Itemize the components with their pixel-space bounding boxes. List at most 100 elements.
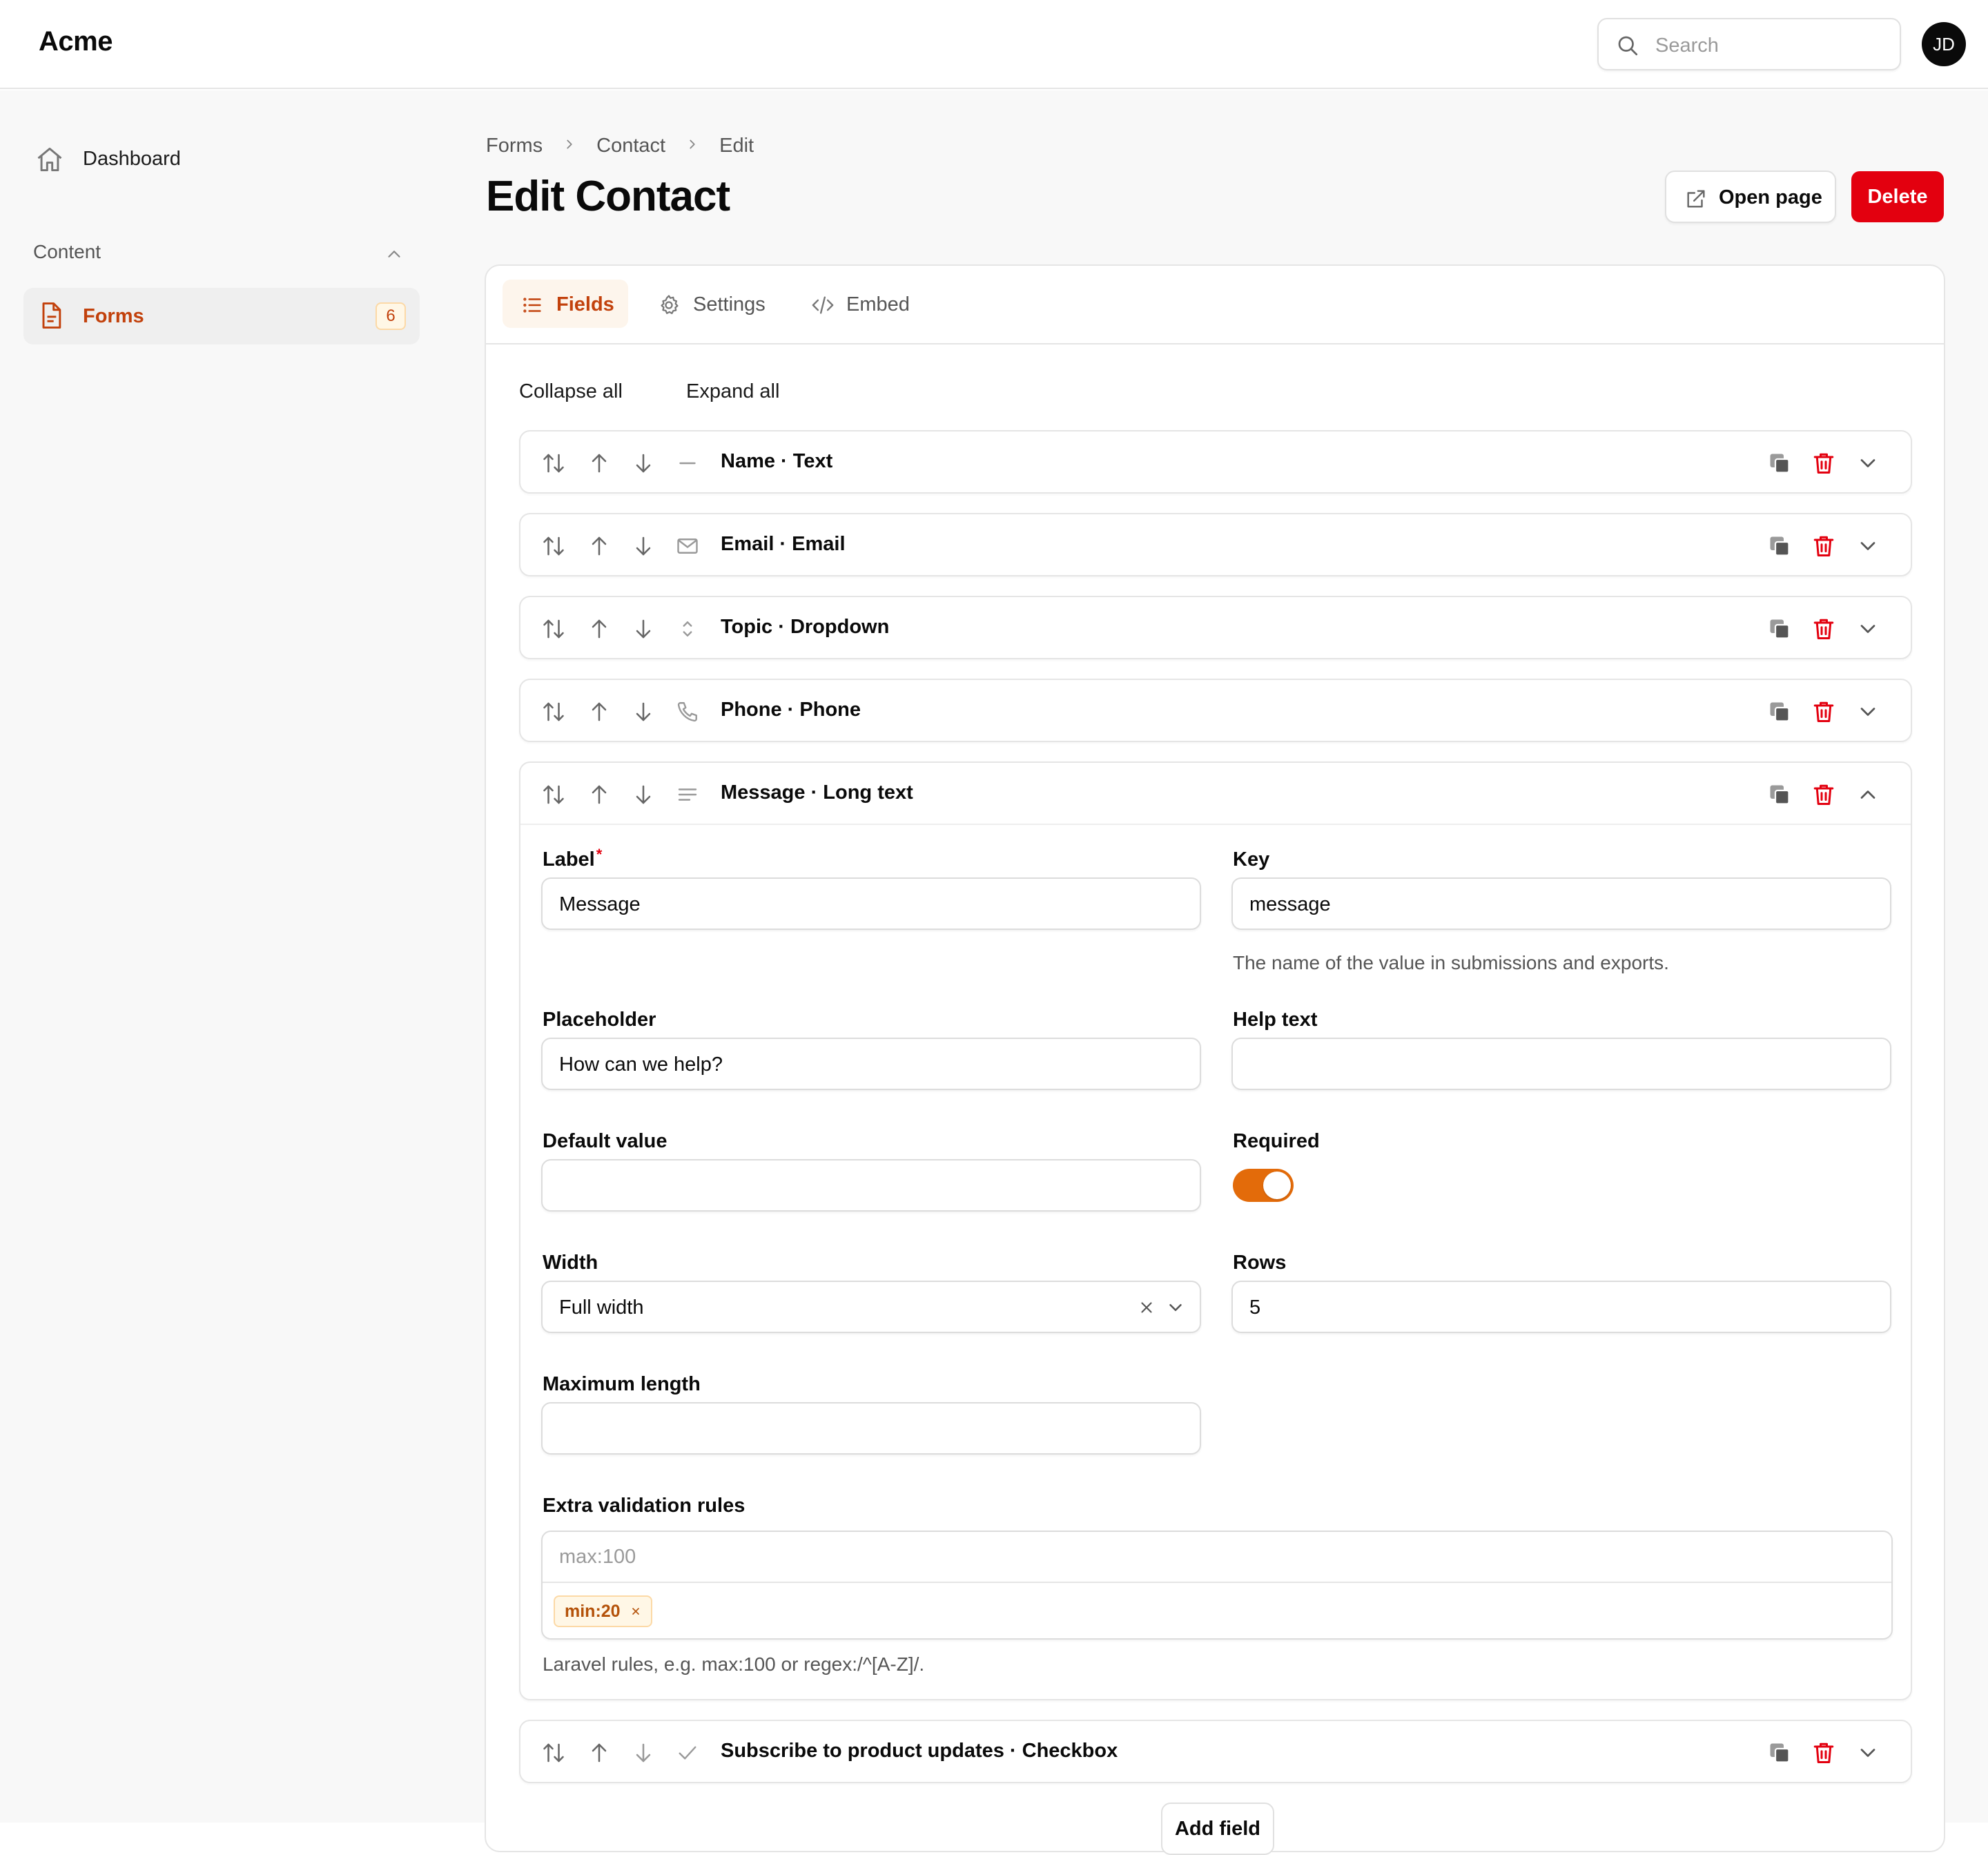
chevron-right-icon [562, 135, 577, 157]
label-input[interactable]: Message [541, 877, 1201, 930]
placeholder-input-value: How can we help? [559, 1053, 723, 1076]
reorder-icon[interactable] [541, 451, 566, 476]
arrow-up-icon[interactable] [587, 782, 612, 807]
trash-icon[interactable] [1811, 451, 1836, 476]
max-length-input[interactable] [541, 1402, 1201, 1455]
trash-icon[interactable] [1811, 534, 1836, 559]
tab-fields[interactable]: Fields [503, 280, 628, 328]
required-field-label: Required [1233, 1130, 1320, 1152]
tab-label: Settings [693, 293, 766, 315]
duplicate-icon[interactable] [1767, 1740, 1792, 1765]
default-value-field-label: Default value [543, 1130, 667, 1152]
arrow-down-icon[interactable] [631, 699, 656, 724]
form-builder-card: Fields Settings Embed Collapse all Expan… [485, 264, 1945, 1855]
clear-icon[interactable] [1138, 1299, 1156, 1317]
field-row-email[interactable]: Email · Email [519, 513, 1912, 576]
search-placeholder: Search [1655, 35, 1719, 57]
field-row-name[interactable]: Name · Text [519, 430, 1912, 494]
chevron-up-icon[interactable] [384, 244, 405, 264]
tab-label: Embed [846, 293, 910, 315]
field-title: Email · Email [721, 533, 846, 555]
chevron-down-icon[interactable] [1855, 699, 1880, 724]
arrow-down-icon[interactable] [631, 534, 656, 559]
arrow-up-icon[interactable] [587, 451, 612, 476]
trash-icon[interactable] [1811, 699, 1836, 724]
reorder-icon[interactable] [541, 1740, 566, 1765]
tab-settings[interactable]: Settings [639, 280, 777, 328]
chevron-down-icon[interactable] [1855, 1740, 1880, 1765]
arrow-down-icon[interactable] [631, 616, 656, 641]
arrow-up-icon[interactable] [587, 1740, 612, 1765]
field-row-topic[interactable]: Topic · Dropdown [519, 596, 1912, 659]
search-input[interactable]: Search [1597, 18, 1901, 70]
key-input[interactable]: message [1231, 877, 1891, 930]
trash-icon[interactable] [1811, 1740, 1836, 1765]
add-field-button[interactable]: Add field [1161, 1803, 1274, 1855]
collapse-all-button[interactable]: Collapse all [519, 380, 623, 403]
trash-icon[interactable] [1811, 616, 1836, 641]
arrow-up-icon[interactable] [587, 616, 612, 641]
placeholder-input[interactable]: How can we help? [541, 1038, 1201, 1090]
field-row-phone[interactable]: Phone · Phone [519, 679, 1912, 742]
label-input-value: Message [559, 893, 641, 915]
arrow-down-icon[interactable] [631, 451, 656, 476]
chevron-right-icon [685, 135, 700, 157]
open-page-label: Open page [1719, 186, 1822, 208]
main-content: Forms Contact Edit Edit Contact Open pag… [442, 90, 1988, 1855]
width-select[interactable]: Full width [541, 1281, 1201, 1333]
user-avatar[interactable]: JD [1922, 22, 1966, 66]
phone-icon [677, 702, 697, 722]
rows-field-label: Rows [1233, 1252, 1287, 1274]
chevron-up-icon[interactable] [1855, 782, 1880, 807]
arrow-down-icon[interactable] [631, 1740, 656, 1765]
chevron-down-icon[interactable] [1855, 534, 1880, 559]
duplicate-icon[interactable] [1767, 616, 1792, 641]
rows-input[interactable]: 5 [1231, 1281, 1891, 1333]
field-title: Message · Long text [721, 781, 913, 804]
reorder-icon[interactable] [541, 616, 566, 641]
page-title: Edit Contact [486, 173, 730, 220]
field-header[interactable]: Message · Long text [520, 763, 1911, 825]
duplicate-icon[interactable] [1767, 451, 1792, 476]
external-link-icon [1687, 190, 1705, 208]
default-value-input[interactable] [541, 1159, 1201, 1212]
required-toggle[interactable] [1233, 1169, 1294, 1202]
duplicate-icon[interactable] [1767, 534, 1792, 559]
reorder-icon[interactable] [541, 782, 566, 807]
validation-rules-help: Laravel rules, e.g. max:100 or regex:/^[… [543, 1653, 925, 1675]
brand-logo[interactable]: Acme [39, 26, 113, 57]
chevron-down-icon[interactable] [1165, 1297, 1186, 1318]
placeholder-field-label: Placeholder [543, 1009, 656, 1031]
trash-icon[interactable] [1811, 782, 1836, 807]
chevron-down-icon[interactable] [1855, 451, 1880, 476]
open-page-button[interactable]: Open page [1665, 171, 1836, 223]
delete-button[interactable]: Delete [1851, 171, 1944, 222]
reorder-icon[interactable] [541, 699, 566, 724]
top-bar: Acme Search JD [0, 0, 1988, 89]
width-field-label: Width [543, 1252, 598, 1274]
expand-all-button[interactable]: Expand all [686, 380, 779, 403]
remove-tag-icon[interactable] [630, 1606, 641, 1617]
envelope-icon [677, 538, 698, 554]
breadcrumb-forms[interactable]: Forms [486, 135, 543, 157]
arrow-up-icon[interactable] [587, 699, 612, 724]
sidebar-group-content[interactable]: Content [33, 241, 101, 263]
field-title: Topic · Dropdown [721, 616, 890, 638]
arrow-up-icon[interactable] [587, 534, 612, 559]
sidebar-item-dashboard[interactable]: Dashboard [22, 136, 420, 182]
duplicate-icon[interactable] [1767, 699, 1792, 724]
duplicate-icon[interactable] [1767, 782, 1792, 807]
rule-tag: min:20 [554, 1595, 652, 1627]
arrow-down-icon[interactable] [631, 782, 656, 807]
help-text-input[interactable] [1231, 1038, 1891, 1090]
tab-embed[interactable]: Embed [792, 280, 924, 328]
reorder-icon[interactable] [541, 534, 566, 559]
validation-rules-input[interactable]: max:100 min:20 [541, 1531, 1893, 1640]
sidebar-item-forms[interactable]: Forms 6 [23, 288, 420, 344]
chevron-down-icon[interactable] [1855, 616, 1880, 641]
breadcrumb-contact[interactable]: Contact [596, 135, 665, 157]
key-help-text: The name of the value in submissions and… [1233, 952, 1669, 973]
check-icon [679, 1746, 696, 1760]
field-row-subscribe[interactable]: Subscribe to product updates · Checkbox [519, 1720, 1912, 1783]
toggle-knob [1263, 1172, 1291, 1199]
